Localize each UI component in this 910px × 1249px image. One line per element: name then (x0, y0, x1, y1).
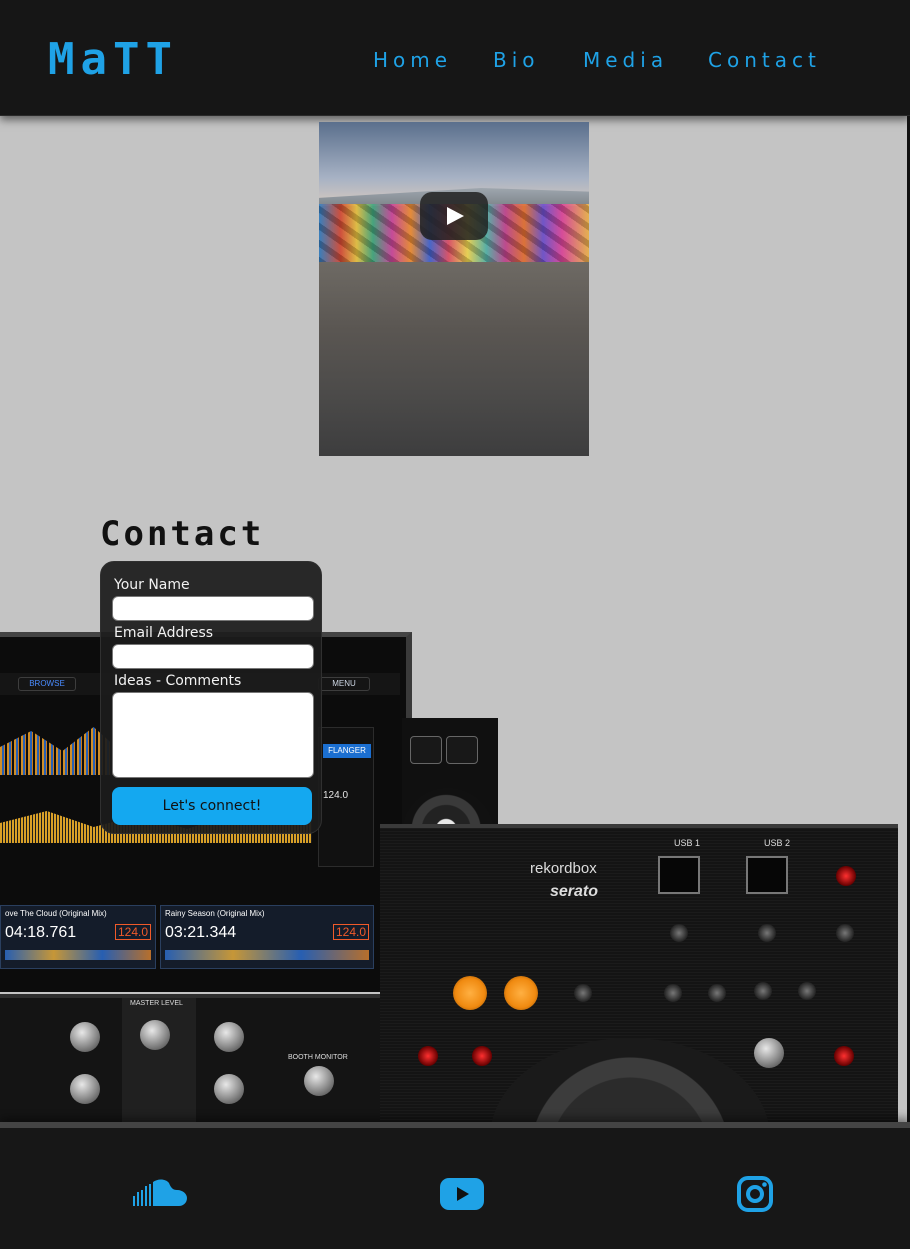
contact-form: Your Name Email Address Ideas - Comments… (100, 561, 322, 834)
email-label: Email Address (114, 625, 214, 641)
name-field[interactable] (112, 596, 314, 621)
hi-knob-right (214, 1074, 244, 1104)
serato-logo: serato (550, 883, 599, 900)
site-header: MaTT Home Bio Media Contact (0, 0, 910, 116)
main-nav: Home Bio Media Contact (0, 47, 910, 73)
usb2-slot (746, 856, 788, 894)
delete-button (754, 982, 772, 1000)
master-level-label: MASTER LEVEL (130, 1000, 183, 1007)
video-parking-lot (319, 262, 589, 456)
deck1-bpm: 124.0 (114, 924, 151, 940)
deck2-overview (165, 950, 369, 960)
loop-in-button (453, 976, 487, 1010)
lets-connect-button[interactable]: Let's connect! (112, 787, 312, 825)
screen-browse-label: BROWSE (18, 677, 76, 691)
slip-button (418, 1046, 438, 1066)
booth-monitor-knob (304, 1066, 334, 1096)
cue-loop-left (664, 984, 682, 1002)
screen-menu-label: MENU (318, 677, 370, 691)
trim-knob-right (214, 1022, 244, 1052)
nav-media[interactable]: Media (583, 47, 668, 73)
track-mark-button (836, 924, 854, 942)
master-level-knob (140, 1020, 170, 1050)
name-label: Your Name (114, 577, 190, 593)
play-icon[interactable] (420, 192, 488, 240)
deck2-title: Rainy Season (Original Mix) (165, 909, 265, 918)
deck1-time: 04:18.761 (5, 924, 77, 941)
controller-deck-panel: rekordbox serato USB 1 USB 2 (380, 824, 898, 1238)
back-button-graphic (410, 736, 442, 764)
usb1-stop-button (670, 924, 688, 942)
loop-out-button (504, 976, 538, 1010)
site-footer (0, 1122, 910, 1249)
email-field[interactable] (112, 644, 314, 669)
usb1-label: USB 1 (674, 838, 701, 848)
master-panel: MASTER LEVEL (122, 998, 196, 1126)
reloop-button (574, 984, 592, 1002)
usb1-slot (658, 856, 700, 894)
deck1-overview (5, 950, 151, 960)
fx-flanger-label: FLANGER (323, 744, 371, 758)
soundcloud-icon[interactable] (133, 1178, 187, 1208)
beat-fx-panel: FLANGER 124.0 (318, 727, 374, 867)
contact-heading: Contact (100, 514, 265, 554)
cue-loop-right (708, 984, 726, 1002)
booth-monitor-label: BOOTH MONITOR (288, 1054, 348, 1061)
deck2-time: 03:21.344 (165, 924, 237, 941)
fx-bpm-readout: 124.0 (323, 790, 349, 801)
youtube-icon[interactable] (440, 1178, 484, 1210)
comments-label: Ideas - Comments (114, 673, 242, 689)
nav-bio[interactable]: Bio (493, 47, 540, 73)
master-rec-button (836, 866, 856, 886)
usb2-stop-button (758, 924, 776, 942)
mixer-section: MASTER LEVEL BOOTH MONITOR (0, 994, 380, 1126)
trim-knob-left (70, 1022, 100, 1052)
vinyl-speed-button (834, 1046, 854, 1066)
instagram-icon[interactable] (737, 1176, 773, 1212)
memory-button (798, 982, 816, 1000)
video-player[interactable] (319, 122, 589, 456)
deck2-bpm: 124.0 (332, 924, 369, 940)
nav-home[interactable]: Home (373, 47, 452, 73)
comments-field[interactable] (112, 692, 314, 778)
deck1-title: ove The Cloud (Original Mix) (5, 909, 107, 918)
tag-track-button-graphic (446, 736, 478, 764)
deck2-info: Rainy Season (Original Mix) 03:21.344 12… (160, 905, 374, 969)
rekordbox-logo: rekordbox (530, 860, 597, 877)
nav-contact[interactable]: Contact (708, 47, 821, 73)
hi-knob-left (70, 1074, 100, 1104)
usb2-label: USB 2 (764, 838, 791, 848)
jog-adjust-knob (754, 1038, 784, 1068)
deck1-info: ove The Cloud (Original Mix) 04:18.761 1… (0, 905, 156, 969)
quantize-button (472, 1046, 492, 1066)
